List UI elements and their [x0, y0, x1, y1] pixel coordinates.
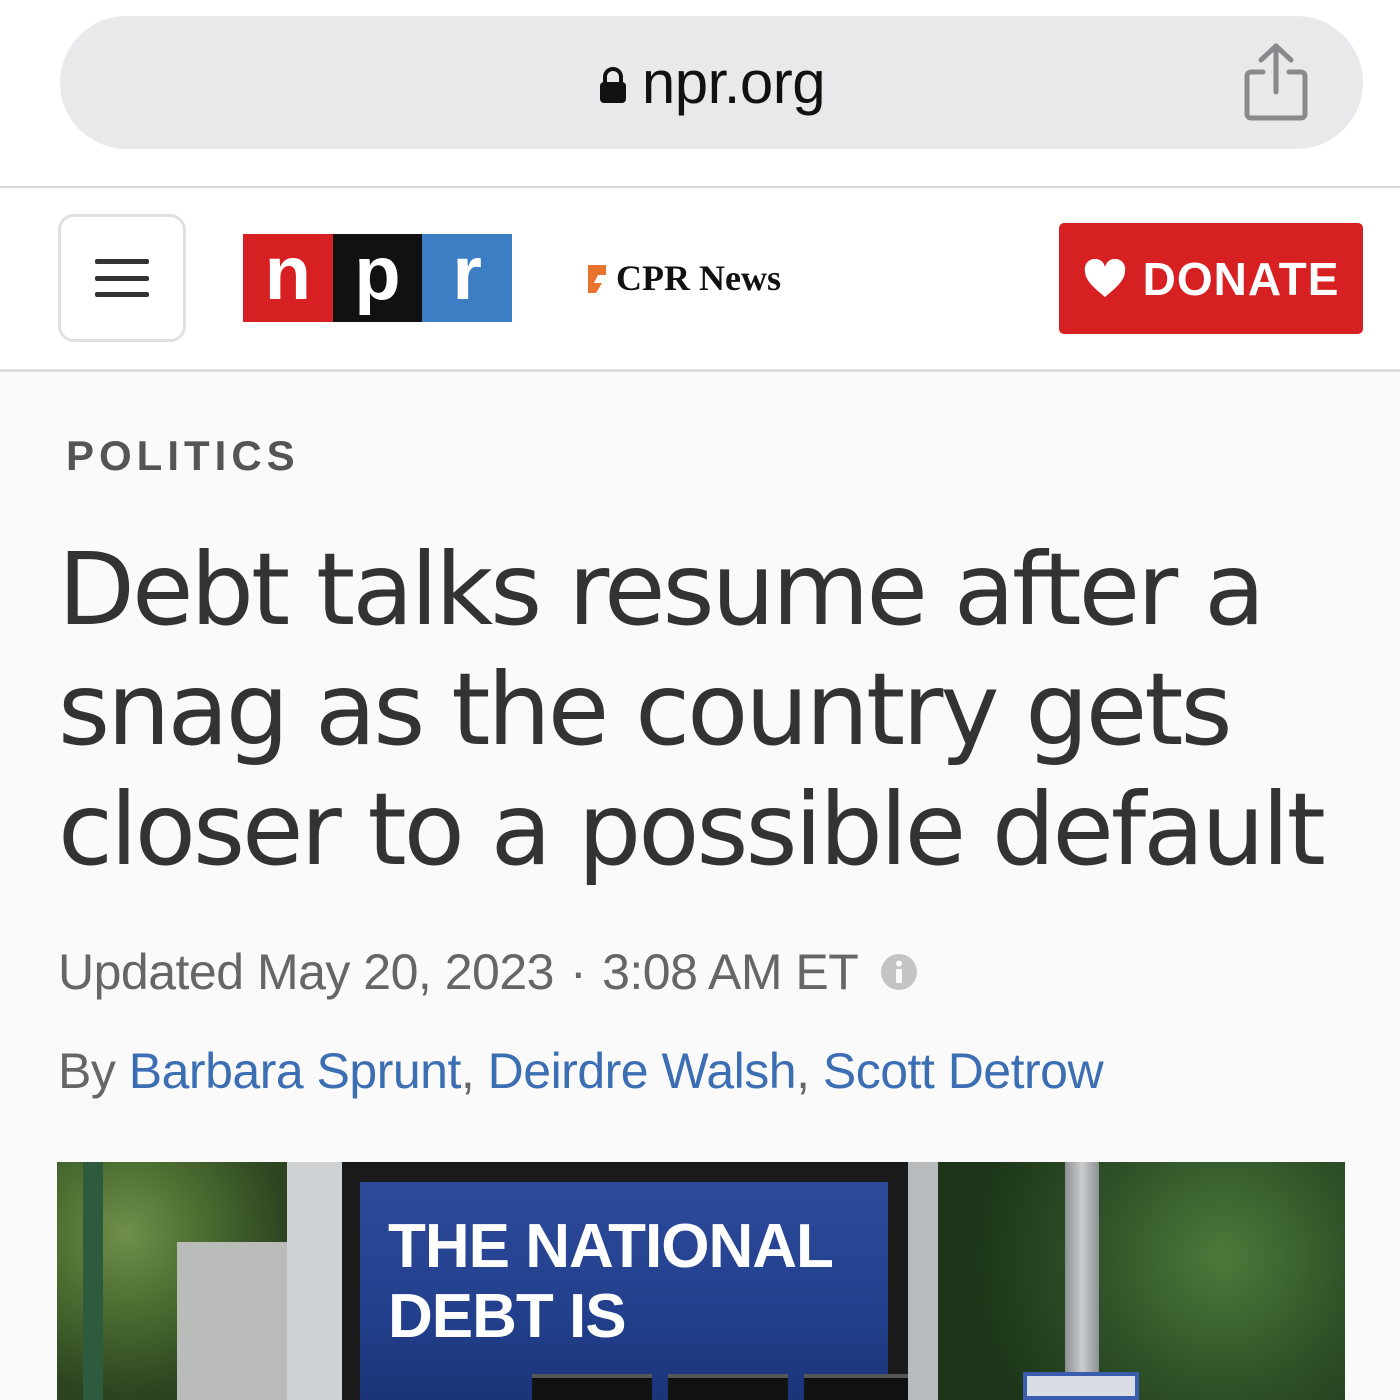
share-icon[interactable] [1241, 42, 1311, 122]
article-headline: Debt talks resume after a snag as the co… [58, 531, 1326, 888]
lead-photo[interactable]: THE NATIONAL DEBT IS [57, 1162, 1345, 1400]
photo-foliage-right [938, 1162, 1345, 1400]
debt-clock-digits [532, 1374, 924, 1400]
lock-icon [599, 66, 626, 103]
by-label: By [58, 1043, 116, 1099]
author-link[interactable]: Barbara Sprunt [129, 1043, 462, 1099]
partner-name: CPR News [616, 258, 781, 298]
author-link[interactable]: Scott Detrow [823, 1043, 1104, 1099]
donate-button[interactable]: DONATE [1059, 223, 1363, 334]
byline: By Barbara Sprunt, Deirdre Walsh, Scott … [58, 1042, 1104, 1100]
site-header: n p r CPR News DONATE [0, 190, 1400, 372]
cpr-mark-icon [588, 265, 606, 293]
logo-tile-n: n [243, 234, 333, 322]
cpr-news-logo[interactable]: CPR News [586, 256, 781, 300]
updated-label: Updated [58, 944, 244, 1000]
npr-logo[interactable]: n p r [243, 234, 513, 322]
logo-tile-p: p [332, 234, 423, 322]
author-separator: , [460, 1043, 488, 1099]
browser-toolbar: npr.org [0, 0, 1400, 188]
url-text: npr.org [641, 49, 826, 116]
sign-line-2: DEBT IS [388, 1282, 627, 1351]
url-display: npr.org [60, 16, 1363, 149]
photo-sign-post [1065, 1162, 1099, 1400]
photo-street-sign [1023, 1372, 1139, 1400]
address-bar[interactable]: npr.org [60, 16, 1363, 149]
publish-date: May 20, 2023 [256, 944, 554, 1000]
heart-icon [1084, 258, 1125, 297]
publish-time: 3:08 AM ET [602, 944, 859, 1000]
photo-frame-post [908, 1162, 938, 1400]
debt-clock-board: THE NATIONAL DEBT IS [342, 1162, 924, 1400]
menu-button[interactable] [58, 214, 186, 342]
dateline: Updated May 20, 2023 · 3:08 AM ET [58, 940, 918, 1004]
hamburger-menu-icon [95, 259, 149, 297]
date-separator: · [569, 944, 587, 1000]
info-icon[interactable] [880, 953, 918, 991]
debt-clock-text: THE NATIONAL DEBT IS [388, 1212, 834, 1352]
author-separator: , [796, 1043, 823, 1099]
donate-label: DONATE [1142, 252, 1340, 305]
sign-line-1: THE NATIONAL [388, 1212, 834, 1281]
photo-pole-left [83, 1162, 103, 1400]
author-link[interactable]: Deirdre Walsh [488, 1043, 797, 1099]
section-label[interactable]: POLITICS [66, 432, 300, 480]
logo-tile-r: r [422, 234, 513, 322]
